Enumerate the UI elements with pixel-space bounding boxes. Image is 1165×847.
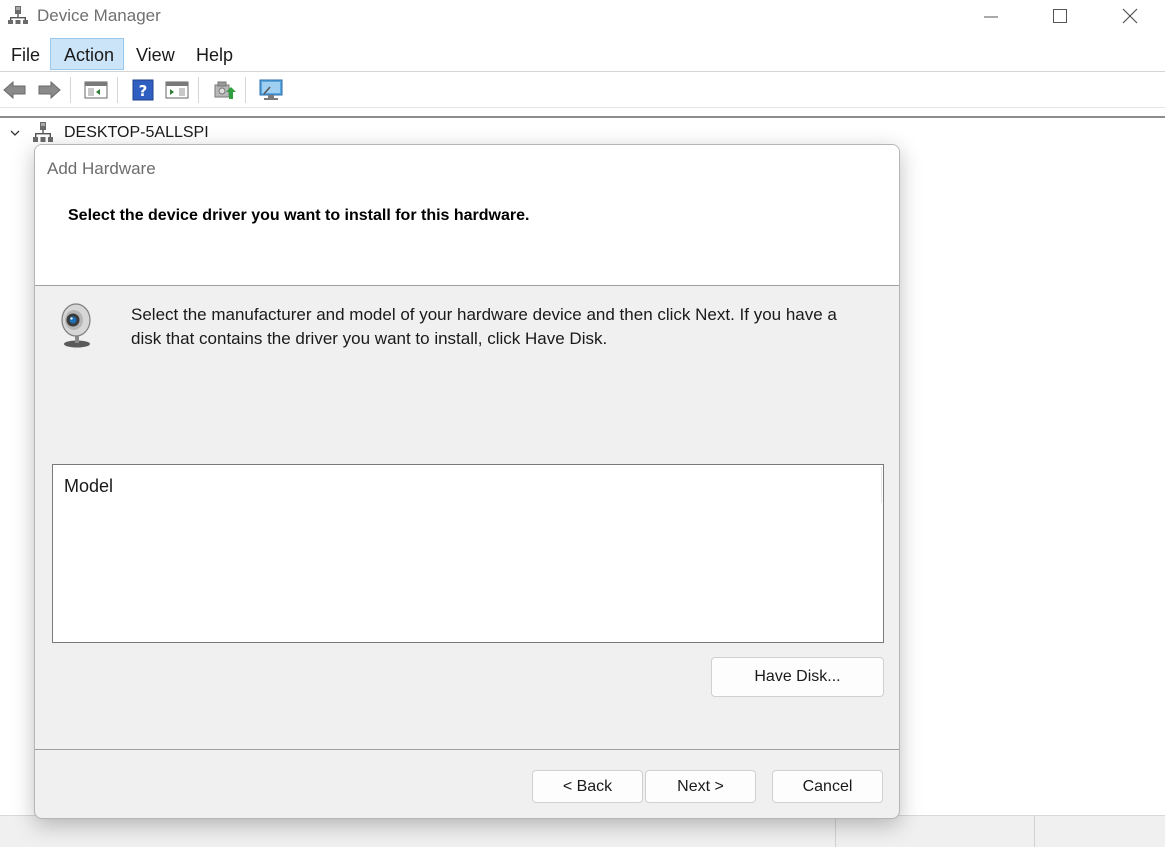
status-separator [835,816,836,847]
dialog-footer-separator [35,749,899,750]
webcam-icon [57,301,97,354]
svg-text:?: ? [139,82,148,100]
back-button[interactable] [2,77,28,103]
forward-button[interactable] [36,77,62,103]
add-hardware-dialog: Add Hardware Select the device driver yo… [34,144,900,819]
have-disk-button[interactable]: Have Disk... [711,657,884,697]
update-driver-icon [214,81,236,99]
device-manager-icon [8,5,28,25]
scan-hardware-changes-button[interactable] [258,77,284,103]
dialog-title: Add Hardware [47,159,156,178]
tree-root-item[interactable]: DESKTOP-5ALLSPI [0,121,400,145]
minimize-button[interactable] [968,0,1014,32]
show-hide-console-tree-button[interactable] [83,77,109,103]
title-bar: Device Manager [0,0,1165,32]
minimize-icon [984,16,998,18]
help-icon: ? [132,79,154,101]
dialog-heading: Select the device driver you want to ins… [68,207,530,224]
close-icon [1122,8,1138,24]
window-title: Device Manager [37,6,161,25]
menu-view[interactable]: View [126,38,185,70]
show-action-pane-icon [165,81,189,99]
toolbar-separator [117,77,118,103]
toolbar: ? [0,73,1165,108]
scan-hardware-changes-icon [259,79,283,100]
model-column-header[interactable]: Model [64,476,113,497]
model-list[interactable]: Model [52,464,884,643]
close-button[interactable] [1107,0,1153,32]
menu-bar: File Action View Help [0,38,1165,72]
toolbar-separator [70,77,71,103]
status-bar [0,815,1165,847]
tree-root-label: DESKTOP-5ALLSPI [64,124,209,141]
toolbar-separator [198,77,199,103]
forward-arrow-icon [38,80,61,100]
cancel-button[interactable]: Cancel [772,770,883,803]
help-button[interactable]: ? [130,77,156,103]
menu-file[interactable]: File [1,38,50,70]
toolbar-separator [245,77,246,103]
menu-action[interactable]: Action [50,38,124,70]
show-hide-console-tree-icon [84,81,108,99]
chevron-down-icon[interactable] [9,126,21,144]
column-header-separator [881,467,882,503]
menu-help[interactable]: Help [186,38,243,70]
show-action-pane-button[interactable] [164,77,190,103]
maximize-icon [1053,9,1067,23]
back-arrow-icon [3,80,26,100]
status-separator [1034,816,1035,847]
maximize-button[interactable] [1037,0,1083,32]
back-button[interactable]: < Back [532,770,643,803]
update-driver-button[interactable] [211,77,237,103]
next-button[interactable]: Next > [645,770,756,803]
dialog-header: Add Hardware Select the device driver yo… [35,145,899,286]
dialog-instructions: Select the manufacturer and model of you… [131,305,837,348]
pane-divider [0,116,1165,118]
